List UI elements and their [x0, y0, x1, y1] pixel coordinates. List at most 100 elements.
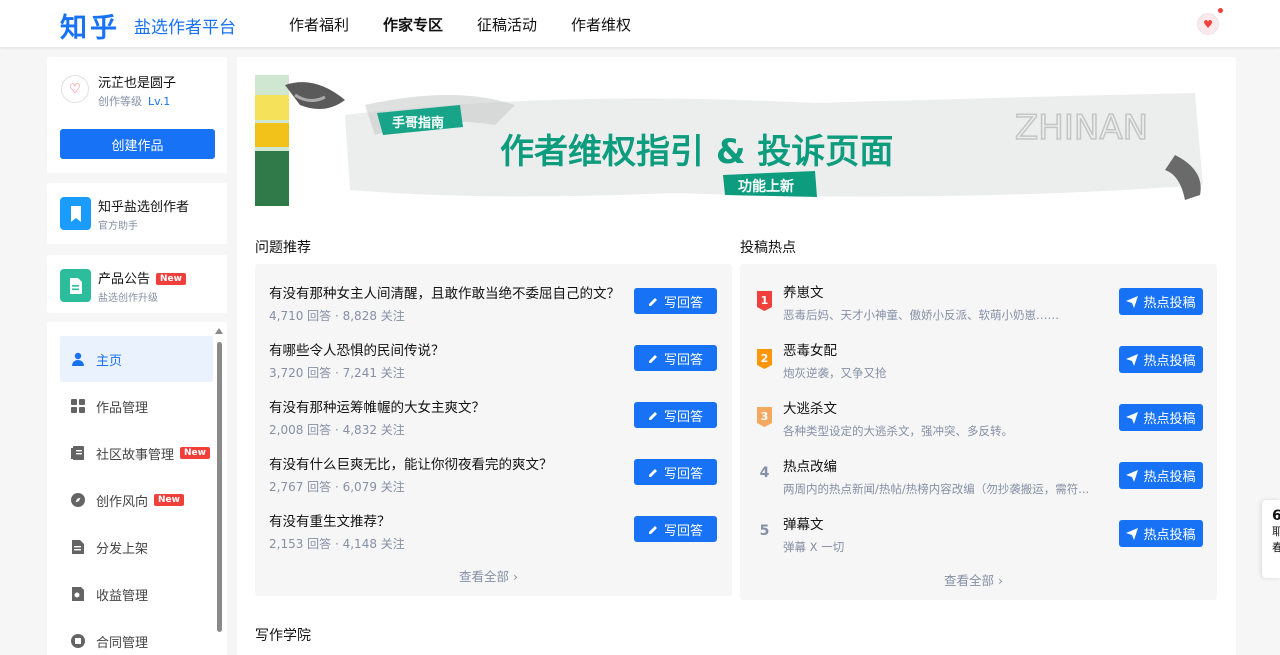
user-avatar-top[interactable]: ♥ [1197, 13, 1219, 35]
sidebar-item-home[interactable]: 主页 [60, 336, 213, 382]
sidebar-item-stories[interactable]: 社区故事管理 New [60, 430, 213, 476]
write-answer-button[interactable]: 写回答 [634, 516, 717, 542]
grid-icon [70, 398, 86, 414]
sidebar-scrollbar[interactable] [217, 342, 222, 632]
document-icon [60, 269, 91, 302]
hot-submit-button[interactable]: 热点投稿 [1119, 404, 1203, 431]
hot-submit-button[interactable]: 热点投稿 [1119, 346, 1203, 373]
send-icon [1126, 353, 1139, 366]
banner-tag: 手哥指南 [392, 115, 444, 131]
tab-writer-zone[interactable]: 作家专区 [383, 14, 443, 35]
write-answer-button[interactable]: 写回答 [634, 402, 717, 428]
pencil-icon [648, 354, 657, 363]
main-content: 手哥指南 作者维权指引 & 投诉页面 ZHINAN 功能上新 问题推荐 有没有那… [237, 57, 1236, 655]
hot-topic-title[interactable]: 恶毒女配 [783, 339, 837, 359]
question-meta: 4,710 回答 · 8,828 关注 [269, 309, 405, 323]
send-icon [1126, 527, 1139, 540]
tab-submission-events[interactable]: 征稿活动 [477, 14, 537, 35]
contract-icon [70, 633, 86, 649]
avatar[interactable]: ♡ [61, 75, 89, 103]
question-title[interactable]: 有没有那种运筹帷幄的大女主爽文？ [269, 396, 485, 416]
announcement-subtitle: 盐选创作升级 [98, 293, 158, 304]
hot-topic-desc: 两周内的热点新闻/热帖/热榜内容改编（勿抄袭搬运，需符... [783, 482, 1090, 496]
sidebar-item-distribution[interactable]: 分发上架 [60, 524, 213, 570]
hot-topic-desc: 各种类型设定的大逃杀文，强冲突、多反转。 [783, 424, 1013, 438]
chevron-right-icon: › [998, 573, 1003, 588]
academy-section-title: 写作学院 [255, 628, 311, 644]
assistant-card[interactable]: 知乎盐选创作者 官方助手 [47, 183, 227, 244]
rank-badge-2: 2 [757, 349, 772, 369]
announcement-card[interactable]: 产品公告 New 盐选创作升级 [47, 255, 227, 313]
top-nav-bar: 知乎 盐选作者平台 作者福利 作家专区 征稿活动 作者维权 ♥ [0, 0, 1280, 47]
send-icon [1126, 469, 1139, 482]
hot-submit-button[interactable]: 热点投稿 [1119, 520, 1203, 547]
sidebar-item-trends[interactable]: 创作风向 New [60, 477, 213, 523]
assistant-title: 知乎盐选创作者 [98, 200, 190, 215]
svg-text:2: 2 [761, 352, 769, 365]
compass-icon [70, 492, 86, 508]
hot-topic-title[interactable]: 养崽文 [783, 281, 824, 301]
question-title[interactable]: 有没有重生文推荐？ [269, 510, 391, 530]
book-icon [70, 445, 86, 461]
banner-ribbon: 功能上新 [738, 178, 794, 195]
new-badge: New [154, 494, 184, 506]
sidebar-item-works[interactable]: 作品管理 [60, 383, 213, 429]
banner-title: 作者维权指引 & 投诉页面 [500, 132, 893, 172]
user-card: ♡ 沅芷也是圆子 创作等级 Lv.1 创建作品 [47, 57, 227, 173]
banner-artwork: 手哥指南 作者维权指引 & 投诉页面 ZHINAN 功能上新 [255, 75, 1203, 206]
question-meta: 2,008 回答 · 4,832 关注 [269, 423, 405, 437]
hot-topic-title[interactable]: 弹幕文 [783, 513, 824, 533]
question-meta: 2,767 回答 · 6,079 关注 [269, 480, 405, 494]
questions-panel: 有没有那种女主人间清醒，且敢作敢当绝不委屈自己的文？ 4,710 回答 · 8,… [255, 264, 732, 596]
rights-guide-banner[interactable]: 手哥指南 作者维权指引 & 投诉页面 ZHINAN 功能上新 [255, 75, 1217, 206]
sidebar-item-label: 收益管理 [96, 588, 149, 604]
bookmark-icon [60, 197, 91, 230]
sidebar-item-contracts[interactable]: 合同管理 [60, 618, 213, 655]
user-name[interactable]: 沅芷也是圆子 [98, 72, 176, 91]
hot-view-all-link[interactable]: 查看全部 › [944, 570, 1003, 589]
rank-badge-1: 1 [757, 291, 772, 311]
sidebar-item-label: 社区故事管理 [96, 447, 175, 463]
announcement-title: 产品公告 New [98, 268, 186, 287]
svg-text:3: 3 [761, 410, 769, 423]
platform-title[interactable]: 盐选作者平台 [134, 13, 236, 38]
notification-dot [1218, 8, 1223, 13]
sidebar-item-label: 创作风向 [96, 494, 149, 510]
question-title[interactable]: 有没有什么巨爽无比，能让你彻夜看完的爽文？ [269, 453, 553, 473]
create-work-button[interactable]: 创建作品 [60, 129, 215, 159]
floating-side-widget[interactable]: 6 耶 春 [1262, 500, 1280, 578]
hot-submit-button[interactable]: 热点投稿 [1119, 462, 1203, 489]
question-title[interactable]: 有哪些令人恐惧的民间传说？ [269, 339, 445, 359]
hot-submit-button[interactable]: 热点投稿 [1119, 288, 1203, 315]
level-value: Lv.1 [148, 95, 171, 108]
level-label: 创作等级 [98, 95, 142, 108]
announcement-label: 产品公告 [98, 272, 151, 287]
write-answer-button[interactable]: 写回答 [634, 345, 717, 371]
hot-topic-desc: 弹幕 X 一切 [783, 540, 845, 554]
new-badge: New [156, 273, 186, 285]
hot-topic-title[interactable]: 热点改编 [783, 455, 837, 475]
send-icon [1126, 411, 1139, 424]
rank-number-4: 4 [759, 465, 770, 481]
write-answer-button[interactable]: 写回答 [634, 459, 717, 485]
pencil-icon [648, 411, 657, 420]
sidebar-item-label: 分发上架 [96, 541, 149, 557]
tab-author-rights[interactable]: 作者维权 [571, 14, 631, 35]
banner-watermark: ZHINAN [1015, 108, 1148, 148]
tab-author-benefits[interactable]: 作者福利 [289, 14, 349, 35]
send-icon [1126, 295, 1139, 308]
scroll-up-arrow[interactable] [215, 328, 223, 334]
hot-topic-title[interactable]: 大逃杀文 [783, 397, 837, 417]
questions-view-all-link[interactable]: 查看全部 › [459, 566, 518, 585]
sidebar-item-earnings[interactable]: 收益管理 [60, 571, 213, 617]
write-answer-button[interactable]: 写回答 [634, 288, 717, 314]
zhihu-logo[interactable]: 知乎 [60, 6, 120, 45]
document-icon [70, 539, 86, 555]
question-title[interactable]: 有没有那种女主人间清醒，且敢作敢当绝不委屈自己的文？ [269, 282, 620, 302]
hot-section-title: 投稿热点 [740, 240, 796, 256]
wallet-icon [70, 586, 86, 602]
hot-panel: 1 养崽文 恶毒后妈、天才小神童、傲娇小反派、软萌小奶崽…… 热点投稿 2 恶毒… [740, 264, 1217, 600]
pencil-icon [648, 525, 657, 534]
sidebar-item-label: 合同管理 [96, 635, 149, 651]
hot-topic-desc: 炮灰逆袭，又争又抢 [783, 366, 887, 380]
